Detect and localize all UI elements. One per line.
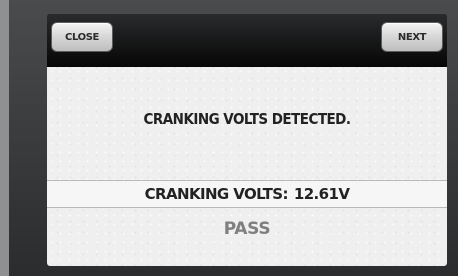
tester-screen: CLOSE NEXT CRANKING VOLTS DETECTED. CRAN… (47, 14, 447, 266)
result-panel: CRANKING VOLTS DETECTED. CRANKING VOLTS:… (47, 67, 447, 266)
cranking-volts-row: CRANKING VOLTS: 12.61V (47, 181, 447, 207)
next-button[interactable]: NEXT (381, 22, 443, 52)
device-bezel: CLOSE NEXT CRANKING VOLTS DETECTED. CRAN… (9, 0, 458, 276)
title-bar: CLOSE NEXT (47, 14, 447, 67)
close-button[interactable]: CLOSE (51, 22, 113, 52)
divider-bottom (47, 207, 447, 208)
status-message: CRANKING VOLTS DETECTED. (143, 110, 351, 128)
cranking-volts-value: 12.61V (293, 185, 350, 203)
cranking-volts-label: CRANKING VOLTS: (144, 185, 289, 203)
left-bezel-edge (0, 0, 9, 276)
test-result: PASS (223, 219, 271, 239)
